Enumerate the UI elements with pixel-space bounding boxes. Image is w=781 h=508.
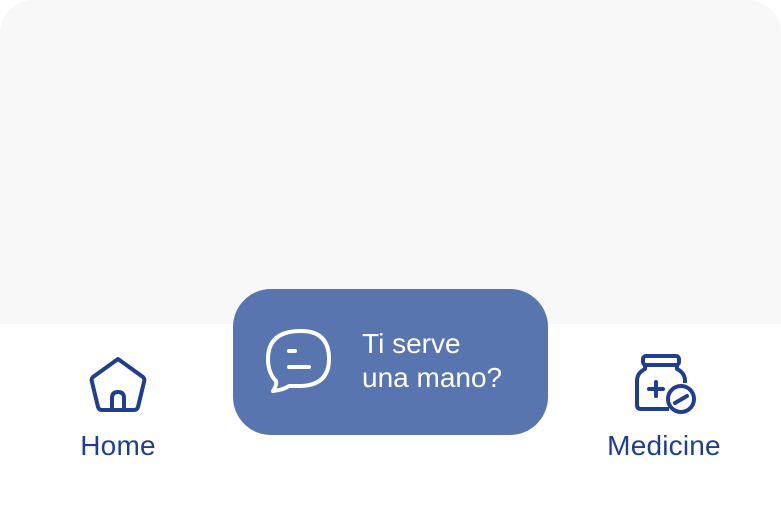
help-line-2: una mano? bbox=[362, 362, 503, 393]
tab-home-label: Home bbox=[80, 430, 156, 461]
home-icon bbox=[85, 352, 151, 418]
help-line-1: Ti serve bbox=[362, 328, 461, 359]
app-screen: Home Medicine Ti serve una mano? bbox=[0, 0, 781, 508]
help-chat-button[interactable]: Ti serve una mano? bbox=[233, 289, 548, 435]
content-area bbox=[0, 0, 781, 324]
tab-medicine-label: Medicine bbox=[607, 430, 721, 461]
chat-bubble-icon bbox=[263, 327, 335, 397]
medicine-jar-icon bbox=[631, 352, 697, 418]
tab-medicine[interactable]: Medicine bbox=[589, 352, 739, 462]
tab-home[interactable]: Home bbox=[58, 352, 178, 462]
help-button-label: Ti serve una mano? bbox=[362, 327, 542, 395]
